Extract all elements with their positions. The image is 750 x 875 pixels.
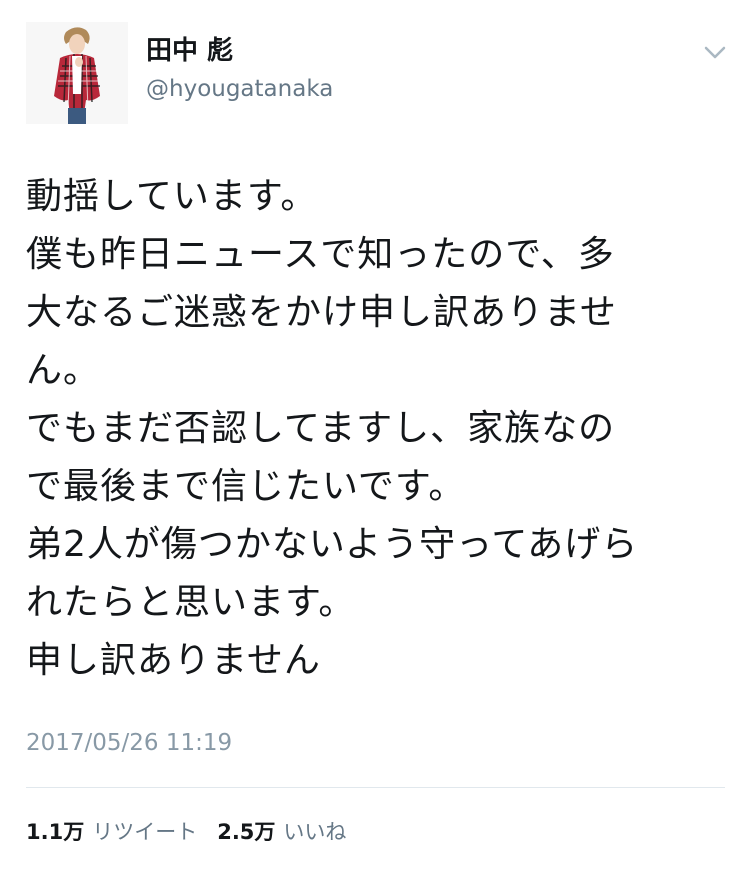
like-stat[interactable]: 2.5万 いいね	[217, 816, 346, 846]
tweet-text-line: れたらと思います。	[26, 582, 356, 623]
like-count: 2.5万	[217, 820, 276, 844]
tweet-text-line: 弟2人が傷つかないよう守ってあげら	[26, 524, 639, 565]
retweet-count: 1.1万	[26, 820, 85, 844]
tweet-detail: 田中 彪 @hyougatanaka 動揺しています。 僕も昨日ニュースで知った…	[0, 0, 750, 875]
user-handle[interactable]: @hyougatanaka	[146, 74, 333, 104]
chevron-down-icon[interactable]	[700, 40, 730, 64]
tweet-text-line: 僕も昨日ニュースで知ったので、多	[26, 234, 615, 275]
retweet-stat[interactable]: 1.1万 リツイート	[26, 816, 197, 846]
tweet-text-line: 申し訳ありません	[26, 640, 321, 681]
tweet-text-line: ん。	[26, 350, 101, 391]
tweet-text-line: でもまだ否認してますし、家族なの	[26, 408, 616, 449]
tweet-text-line: で最後まで信じたいです。	[26, 466, 466, 507]
avatar[interactable]	[26, 22, 128, 124]
tweet-timestamp[interactable]: 2017/05/26 11:19	[26, 727, 232, 759]
tweet-text-line: 大なるご迷惑をかけ申し訳ありませ	[26, 292, 617, 333]
profile-photo-icon	[26, 22, 128, 124]
display-name[interactable]: 田中 彪	[146, 34, 233, 68]
retweet-label: リツイート	[92, 820, 198, 844]
tweet-stats: 1.1万 リツイート 2.5万 いいね	[26, 814, 346, 848]
divider	[26, 787, 725, 788]
like-label: いいね	[283, 820, 347, 844]
tweet-text: 動揺しています。 僕も昨日ニュースで知ったので、多 大なるご迷惑をかけ申し訳あり…	[26, 168, 726, 690]
tweet-text-line: 動揺しています。	[26, 176, 318, 217]
